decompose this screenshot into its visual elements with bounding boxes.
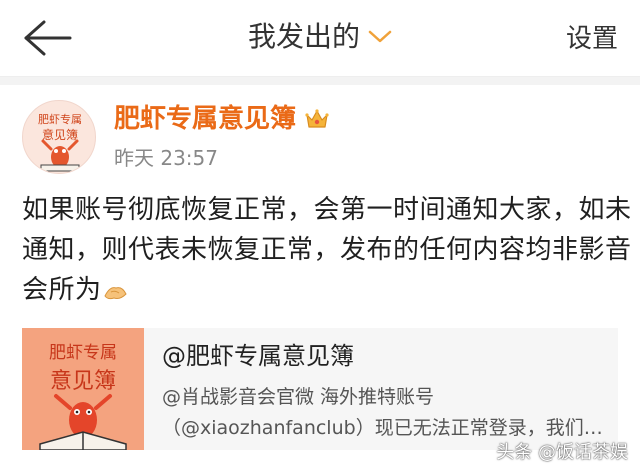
hands-emoji-icon bbox=[103, 287, 127, 300]
divider bbox=[0, 77, 640, 85]
post-time: 昨天 23:57 bbox=[114, 146, 218, 170]
author-name-text: 肥虾专属意见簿 bbox=[114, 104, 297, 134]
title-dropdown[interactable]: 我发出的 bbox=[248, 20, 392, 54]
card-thumbnail: 肥虾专属 意见簿 bbox=[22, 328, 144, 450]
settings-button[interactable]: 设置 bbox=[566, 22, 618, 56]
page-title: 我发出的 bbox=[247, 20, 360, 53]
header-title-container: 我发出的 bbox=[0, 20, 640, 54]
svg-text:意见簿: 意见簿 bbox=[50, 369, 116, 394]
avatar[interactable]: 肥虾专属 意见簿 bbox=[22, 100, 96, 174]
lobster-thumbnail-illustration: 肥虾专属 意见簿 bbox=[22, 328, 144, 450]
svg-text:意见簿: 意见簿 bbox=[42, 127, 78, 142]
crown-badge-icon bbox=[305, 109, 329, 128]
svg-text:肥虾专属: 肥虾专属 bbox=[49, 343, 117, 363]
card-description: @肖战影音会官微 海外推特账号（@xiaozhanfanclub）现已无法正常登… bbox=[162, 386, 603, 439]
post-body: 如果账号彻底恢复正常，会第一时间通知大家，如未通知，则代表未恢复正常，发布的任何… bbox=[22, 190, 632, 310]
author-name[interactable]: 肥虾专属意见簿 bbox=[114, 102, 330, 136]
card-title: @肥虾专属意见簿 bbox=[162, 342, 354, 370]
back-arrow-icon[interactable] bbox=[22, 18, 74, 58]
lobster-illustration: 肥虾专属 意见簿 bbox=[38, 112, 82, 172]
top-bar: 我发出的 设置 bbox=[0, 0, 640, 77]
watermark: 头条 @饭话茶娱 bbox=[496, 442, 628, 463]
chevron-down-icon bbox=[368, 30, 392, 43]
svg-text:肥虾专属: 肥虾专属 bbox=[38, 112, 82, 126]
shared-post-card[interactable]: 肥虾专属 意见簿 @肥虾专属意见簿 @肖战影音会官微 海外推特账号（@xiaoz… bbox=[22, 328, 618, 450]
